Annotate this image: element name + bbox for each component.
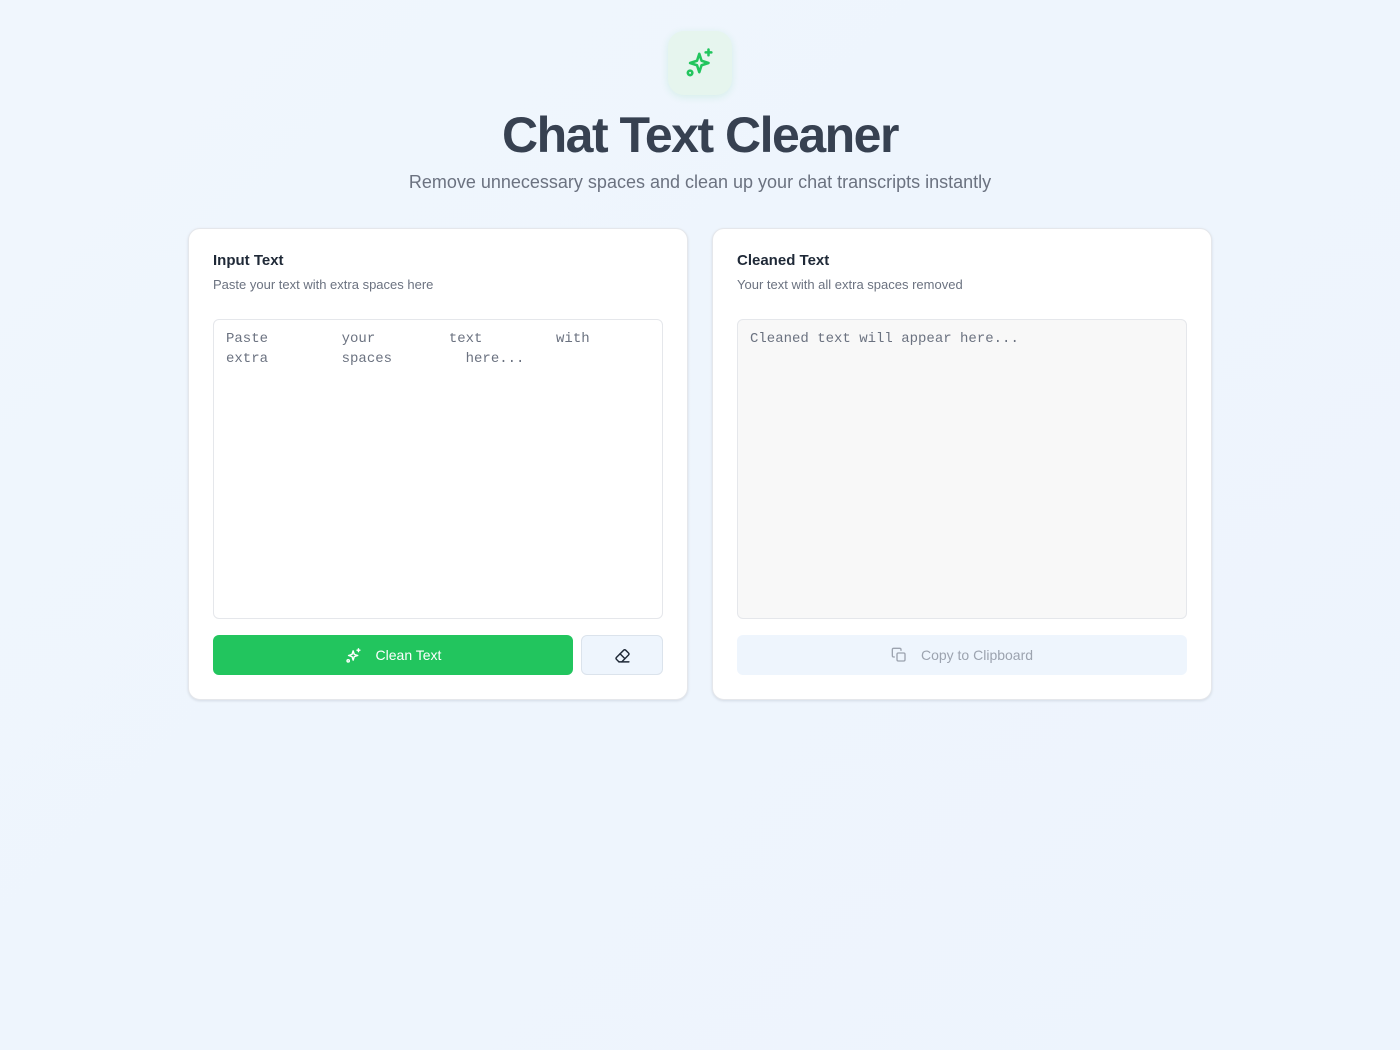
output-panel: Cleaned Text Your text with all extra sp…: [712, 228, 1212, 700]
copy-to-clipboard-label: Copy to Clipboard: [920, 647, 1034, 663]
page-subtitle: Remove unnecessary spaces and clean up y…: [408, 172, 992, 192]
clean-text-button-label: Clean Text: [375, 647, 442, 663]
sparkles-icon: [345, 647, 362, 664]
copy-icon: [891, 647, 907, 663]
page-title: Chat Text Cleaner: [502, 107, 899, 163]
input-textarea[interactable]: [213, 319, 663, 619]
output-panel-title: Cleaned Text: [737, 252, 830, 269]
input-panel: Input Text Paste your text with extra sp…: [188, 228, 688, 700]
eraser-icon: [614, 647, 631, 664]
sparkles-icon: [683, 46, 717, 80]
clear-input-button[interactable]: [581, 635, 663, 675]
output-textarea[interactable]: [737, 319, 1187, 619]
input-panel-description: Paste your text with extra spaces here: [213, 277, 434, 292]
copy-to-clipboard-button[interactable]: Copy to Clipboard: [737, 635, 1187, 675]
input-panel-title: Input Text: [213, 252, 284, 269]
app-logo: [668, 31, 732, 95]
output-panel-description: Your text with all extra spaces removed: [737, 277, 963, 292]
clean-text-button[interactable]: Clean Text: [213, 635, 573, 675]
